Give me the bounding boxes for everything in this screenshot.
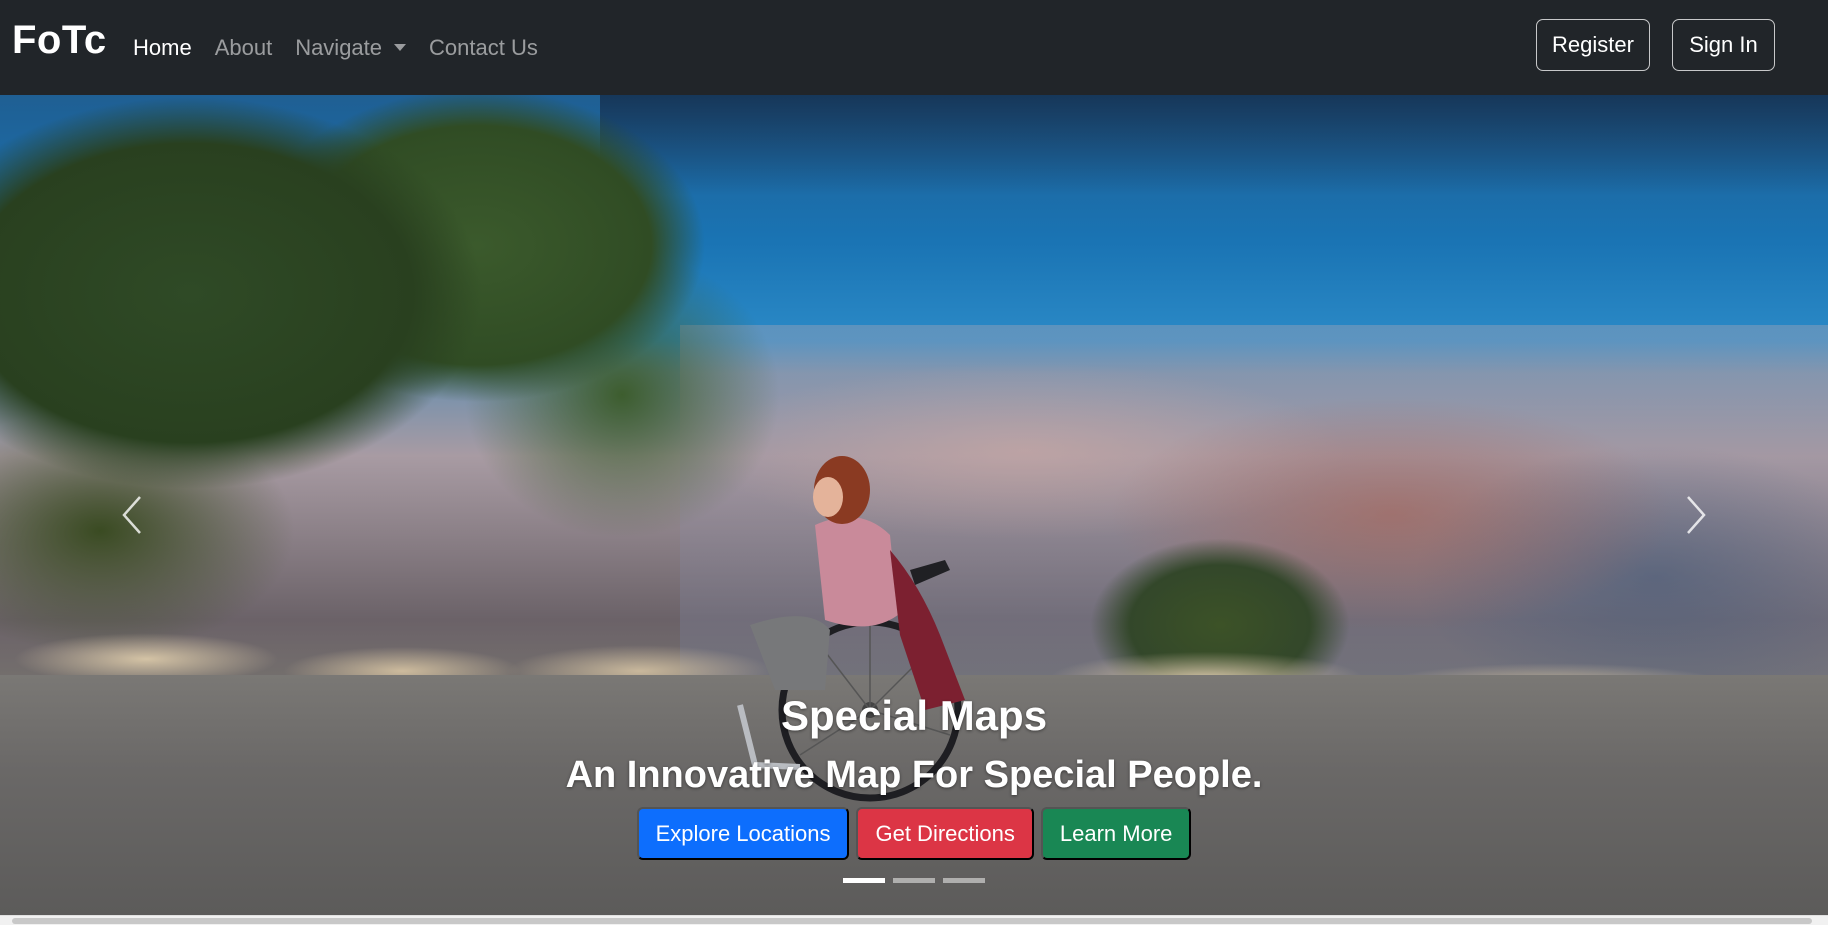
carousel-indicator-2[interactable] xyxy=(893,878,935,883)
chevron-right-icon xyxy=(1687,496,1706,534)
hero-subtitle: An Innovative Map For Special People. xyxy=(565,754,1263,796)
caret-down-icon xyxy=(394,44,407,51)
get-directions-button[interactable]: Get Directions xyxy=(856,807,1034,860)
scrollbar-thumb[interactable] xyxy=(12,918,1812,924)
carousel-indicator-1[interactable] xyxy=(843,878,885,883)
chevron-left-icon xyxy=(122,496,141,534)
nav-dropdown-label: Navigate xyxy=(295,34,383,60)
hero-carousel: Special Maps An Innovative Map For Speci… xyxy=(0,95,1828,915)
register-button[interactable]: Register xyxy=(1536,19,1650,71)
explore-locations-button[interactable]: Explore Locations xyxy=(636,807,850,860)
carousel-indicators xyxy=(0,878,1828,883)
carousel-caption: Special Maps An Innovative Map For Speci… xyxy=(0,690,1828,860)
nav-link-home[interactable]: Home xyxy=(133,35,192,61)
brand-logo[interactable]: FoTc xyxy=(12,18,107,63)
nav-link-about[interactable]: About xyxy=(215,35,273,61)
sign-in-button[interactable]: Sign In xyxy=(1672,19,1775,71)
horizontal-scrollbar[interactable] xyxy=(0,915,1828,925)
top-navbar: FoTc Home About Navigate Contact Us Regi… xyxy=(0,0,1828,95)
carousel-indicator-3[interactable] xyxy=(943,878,985,883)
nav-dropdown-navigate[interactable]: Navigate xyxy=(295,34,407,61)
carousel-prev-button[interactable] xyxy=(112,485,152,545)
hero-button-group: Explore Locations Get Directions Learn M… xyxy=(0,807,1828,860)
nav-links: Home About Navigate Contact Us xyxy=(133,0,561,95)
learn-more-button[interactable]: Learn More xyxy=(1040,807,1192,860)
nav-link-contact[interactable]: Contact Us xyxy=(429,35,538,61)
hero-title: Special Maps xyxy=(780,692,1048,739)
carousel-next-button[interactable] xyxy=(1676,485,1716,545)
